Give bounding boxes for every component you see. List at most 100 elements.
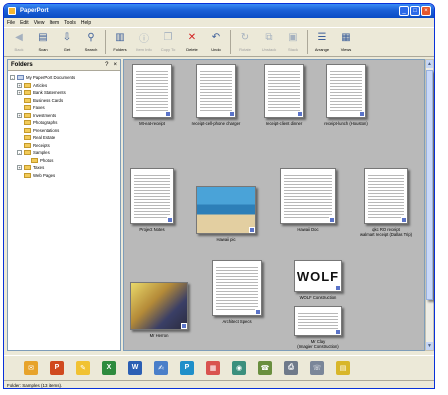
folder-item[interactable]: Web Pages — [10, 172, 118, 180]
document-caption[interactable]: receipt-lunch (Houston) — [324, 121, 368, 126]
toolbar-search-button[interactable]: ⚲ Search — [79, 30, 103, 56]
fax-app-icon[interactable]: ☎ — [258, 360, 272, 375]
menu-file[interactable]: File — [7, 20, 15, 26]
workspace-scrollbar[interactable]: ▲ ▼ — [425, 59, 434, 351]
folder-item[interactable]: + Taxes — [10, 164, 118, 172]
document-thumbnail[interactable] — [212, 260, 262, 316]
expand-icon[interactable]: + — [17, 90, 22, 96]
document-thumbnail[interactable] — [130, 282, 188, 330]
document-item[interactable]: Mt-eat-receipt — [124, 64, 187, 126]
document-thumbnail[interactable] — [130, 168, 174, 224]
powerpoint-app-icon[interactable]: P — [50, 360, 64, 375]
document-caption[interactable]: Mt-eat-receipt — [139, 121, 165, 126]
scroll-down-icon[interactable]: ▼ — [426, 342, 433, 350]
document-caption[interactable]: Hawaii pic — [216, 237, 235, 242]
toolbar-get-button[interactable]: ⇩ Get — [55, 30, 79, 56]
maximize-button[interactable]: □ — [410, 6, 420, 16]
scroll-thumb[interactable] — [426, 70, 433, 300]
word-app-icon[interactable]: W — [128, 360, 142, 375]
toolbar-views-button[interactable]: ▦ Views — [334, 30, 358, 56]
toolbar-scan-button[interactable]: ▤ Scan — [31, 30, 55, 56]
collapse-icon[interactable]: - — [10, 75, 15, 81]
notepad-app-icon[interactable]: ✍ — [154, 360, 168, 375]
document-workspace[interactable]: Mt-eat-receipt receipt-cell-phone charger… — [123, 59, 425, 351]
document-item[interactable]: Hawaii pic — [181, 186, 271, 242]
document-thumbnail[interactable]: WOLF — [294, 260, 342, 292]
folder-icon — [24, 165, 31, 171]
folder-item[interactable]: - Samples — [10, 149, 118, 157]
document-item[interactable]: Project Notes — [124, 168, 189, 232]
folder-item[interactable]: + Bank Statements — [10, 89, 118, 97]
title-bar[interactable]: PaperPort _ □ × — [4, 4, 434, 18]
folder-item[interactable]: + Investments — [10, 112, 118, 120]
folder-item[interactable]: Presentations — [10, 127, 118, 135]
folder-item[interactable]: Receipts — [10, 142, 118, 150]
printer-app-icon[interactable]: ⎙ — [284, 360, 298, 375]
close-button[interactable]: × — [421, 6, 431, 16]
document-thumbnail[interactable] — [132, 64, 172, 118]
document-item[interactable]: WOLF WOLF Construction — [279, 260, 357, 300]
document-caption[interactable]: Architect Specs — [222, 319, 251, 324]
slides-app-icon[interactable]: ▦ — [206, 360, 220, 375]
folder-item[interactable]: - My PaperPort Documents — [10, 74, 118, 82]
document-caption[interactable]: Mr Clay (Imagier Construction) — [297, 339, 338, 349]
folders-help-button[interactable]: ? — [105, 62, 108, 68]
document-thumbnail[interactable] — [280, 168, 336, 224]
document-thumbnail[interactable] — [264, 64, 304, 118]
document-thumbnail[interactable] — [326, 64, 366, 118]
document-item[interactable]: qkc RO receipt walmart receipt (Dallas T… — [349, 168, 423, 237]
document-caption[interactable]: receipt-cell-phone charger — [192, 121, 241, 126]
toolbar-undo-button[interactable]: ↶ Undo — [204, 30, 228, 56]
collapse-icon[interactable]: - — [17, 150, 22, 156]
expand-icon[interactable]: + — [17, 165, 22, 171]
toolbar-delete-button[interactable]: ✕ Delete — [180, 30, 204, 56]
toolbar-arrange-button[interactable]: ☰ Arrange — [310, 30, 334, 56]
folder-item[interactable]: + Articles — [10, 82, 118, 90]
dialer-app-icon[interactable]: ☏ — [310, 360, 324, 375]
document-caption[interactable]: qkc RO receipt walmart receipt (Dallas T… — [360, 227, 412, 237]
document-thumbnail[interactable] — [196, 186, 256, 234]
document-caption[interactable]: Mr Herron — [150, 333, 169, 338]
folder-item[interactable]: Photos — [10, 157, 118, 165]
folder-item[interactable]: Real Estate — [10, 134, 118, 142]
toolbar-folders-button[interactable]: ▥ Folders — [108, 30, 132, 56]
document-item[interactable]: Hawaii Doc — [265, 168, 351, 232]
menu-help[interactable]: Help — [81, 20, 91, 26]
mail-app-icon[interactable]: ✉ — [24, 360, 38, 375]
ocr-app-icon[interactable]: ◉ — [232, 360, 246, 375]
expand-icon[interactable]: + — [17, 112, 22, 118]
publisher-app-icon[interactable]: P — [180, 360, 194, 375]
file-type-icon — [297, 111, 303, 117]
folder-item[interactable]: Faxes — [10, 104, 118, 112]
document-item[interactable]: receipt-cell-phone charger — [181, 64, 251, 126]
document-thumbnail[interactable] — [196, 64, 236, 118]
excel-app-icon[interactable]: X — [102, 360, 116, 375]
document-item[interactable]: receipt-client dinner — [249, 64, 319, 126]
menu-edit[interactable]: Edit — [20, 20, 29, 26]
menu-tools[interactable]: Tools — [64, 20, 76, 26]
folder-item[interactable]: Photographs — [10, 119, 118, 127]
item-info-icon: ⓘ — [139, 34, 149, 45]
notes-app-icon[interactable]: ▤ — [336, 360, 350, 375]
document-thumbnail[interactable] — [364, 168, 408, 224]
folder-icon — [24, 112, 31, 118]
document-thumbnail[interactable] — [294, 306, 342, 336]
document-caption[interactable]: Project Notes — [139, 227, 164, 232]
paint-app-icon[interactable]: ✎ — [76, 360, 90, 375]
document-item[interactable]: Mr Clay (Imagier Construction) — [279, 306, 357, 349]
document-item[interactable]: receipt-lunch (Houston) — [311, 64, 381, 126]
menu-item[interactable]: Item — [49, 20, 59, 26]
unstack-icon: ⧉ — [265, 32, 273, 43]
folders-close-button[interactable]: × — [113, 62, 117, 68]
document-caption[interactable]: receipt-client dinner — [266, 121, 303, 126]
scroll-up-icon[interactable]: ▲ — [426, 60, 433, 68]
document-item[interactable]: Mr Herron — [124, 282, 203, 338]
folder-item[interactable]: Business Cards — [10, 97, 118, 105]
minimize-button[interactable]: _ — [399, 6, 409, 16]
document-caption[interactable]: WOLF Construction — [300, 295, 337, 300]
document-caption[interactable]: Hawaii Doc — [297, 227, 318, 232]
expand-icon[interactable]: + — [17, 82, 22, 88]
menu-view[interactable]: View — [34, 20, 45, 26]
document-item[interactable]: Architect Specs — [197, 260, 277, 324]
